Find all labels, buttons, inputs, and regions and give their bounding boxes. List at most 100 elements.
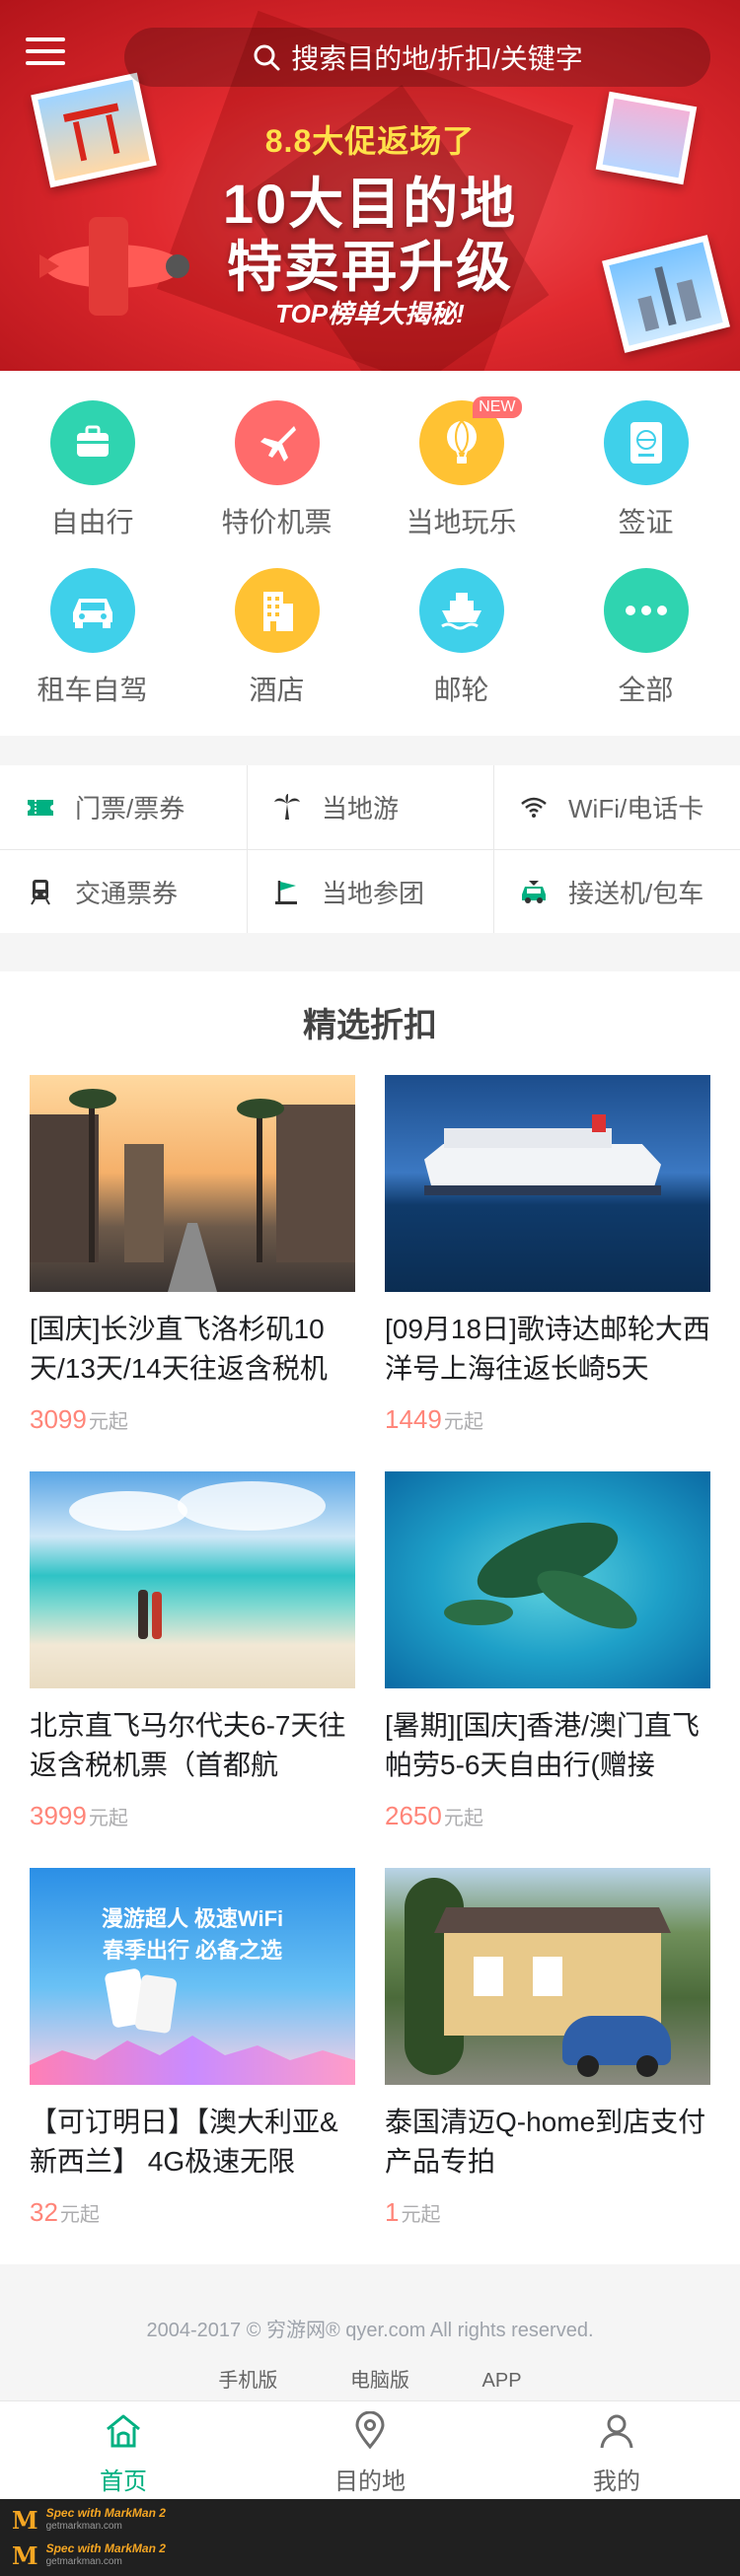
sub-menu-tickets[interactable]: 门票/票券 — [0, 765, 247, 848]
airplane-icon — [259, 426, 296, 462]
tab-label: 我的 — [593, 2469, 640, 2495]
tab-label: 目的地 — [334, 2469, 406, 2495]
markman-logo-icon: M — [12, 2505, 38, 2535]
deal-price-value: 2650 — [385, 1801, 442, 1830]
sub-menu-group-tour[interactable]: 当地参团 — [247, 850, 493, 933]
ad-line-1: 漫游超人 极速WiFi — [101, 1906, 284, 1931]
banner-tagline: TOP榜单大揭秘! — [275, 299, 465, 328]
app-link[interactable]: APP — [482, 2370, 522, 2392]
sub-menu-label: 接送机/包车 — [568, 878, 704, 908]
palm-tree-icon — [274, 794, 300, 820]
sub-menu: 门票/票券 当地游 WiFi/电话卡 交通票券 当地参团 接送机/包车 — [0, 765, 740, 933]
markman-logo-icon: M — [12, 2540, 38, 2570]
home-icon — [107, 2414, 140, 2448]
copyright-text: 2004-2017 © 穷游网® qyer.com All rights res… — [146, 2320, 594, 2341]
deals-section-title: 精选折扣 — [303, 1007, 437, 1044]
tab-profile[interactable]: 我的 — [493, 2401, 740, 2500]
category-free-travel[interactable]: 自由行 — [0, 400, 185, 540]
search-bar[interactable]: 搜索目的地/折扣/关键字 — [124, 28, 710, 87]
deal-title: [暑期][国庆]香港/澳门直飞帕劳5-6天自由行(赠接 — [385, 1710, 700, 1780]
flag-icon — [275, 881, 297, 904]
category-label: 全部 — [618, 675, 674, 705]
deal-card[interactable]: 漫游超人 极速WiFi 春季出行 必备之选 【可订明日】【澳大利亚&新西兰】 4… — [30, 1868, 355, 2228]
deal-title: 泰国清迈Q-home到店支付产品专拍 — [385, 2107, 706, 2177]
category-cheap-flights[interactable]: 特价机票 — [185, 400, 369, 540]
deal-price-value: 3099 — [30, 1404, 87, 1434]
car-icon — [72, 599, 112, 628]
markman-text: Spec with MarkMan 2 getmarkman.com — [45, 2541, 166, 2567]
deal-price-unit: 元起 — [443, 1411, 483, 1433]
category-car-rental[interactable]: 租车自驾 — [0, 568, 185, 708]
desktop-version-link[interactable]: 电脑版 — [350, 2370, 409, 2392]
ship-icon — [440, 593, 481, 630]
banner-title-line2: 特卖再升级 — [227, 236, 513, 298]
deal-card[interactable]: [09月18日]歌诗达邮轮大西洋号上海往返长崎5天 1449 元起 — [385, 1075, 710, 1435]
category-icon-circle — [234, 400, 320, 485]
deal-price-value: 32 — [30, 2197, 58, 2227]
markman-text: Spec with MarkMan 2 getmarkman.com — [45, 2506, 166, 2532]
deal-image-wifi-ad: 漫游超人 极速WiFi 春季出行 必备之选 — [30, 1868, 355, 2085]
sub-menu-transport[interactable]: 交通票券 — [0, 850, 247, 933]
sub-menu-label: 当地游 — [322, 793, 400, 823]
deal-card[interactable]: [暑期][国庆]香港/澳门直飞帕劳5-6天自由行(赠接 2650 元起 — [385, 1471, 710, 1831]
train-icon — [31, 880, 50, 905]
category-visa[interactable]: 签证 — [554, 400, 738, 540]
mobile-version-link[interactable]: 手机版 — [218, 2370, 277, 2392]
deal-title: 【可订明日】【澳大利亚&新西兰】 4G极速无限 — [30, 2107, 338, 2177]
category-icon-circle — [49, 400, 135, 485]
deal-price-value: 3999 — [30, 1801, 87, 1830]
deal-price: 3999 元起 — [30, 1801, 355, 1831]
deal-price-unit: 元起 — [59, 2204, 100, 2226]
banner-subtitle: 8.8大促返场了 — [264, 123, 476, 159]
deal-price: 32 元起 — [30, 2197, 355, 2228]
deal-price-unit: 元起 — [443, 1808, 483, 1829]
footer: 2004-2017 © 穷游网® qyer.com All rights res… — [0, 2264, 740, 2400]
bottom-tab-bar: 首页 目的地 我的 — [0, 2400, 740, 2499]
version-links: 手机版 电脑版 APP — [0, 2364, 740, 2393]
tab-home[interactable]: 首页 — [0, 2401, 247, 2500]
category-grid: 自由行 特价机票 NEW 当地玩乐 签证 租车自驾 酒店 邮轮 全部 — [0, 371, 740, 736]
deal-image-house — [385, 1868, 710, 2085]
deal-price: 3099 元起 — [30, 1404, 355, 1435]
location-pin-icon — [355, 2410, 385, 2450]
deal-title: 北京直飞马尔代夫6-7天往返含税机票（首都航 — [30, 1710, 346, 1780]
shuttle-car-icon — [522, 881, 546, 903]
tab-label: 首页 — [100, 2469, 147, 2495]
sub-menu-label: 交通票券 — [75, 878, 179, 908]
deal-card[interactable]: [国庆]长沙直飞洛杉矶10天/13天/14天往返含税机 3099 元起 — [30, 1075, 355, 1435]
sub-menu-local-tour[interactable]: 当地游 — [247, 765, 493, 848]
sub-menu-wifi[interactable]: WiFi/电话卡 — [493, 765, 740, 848]
category-local-fun[interactable]: NEW 当地玩乐 — [369, 396, 554, 540]
tab-destinations[interactable]: 目的地 — [247, 2401, 493, 2500]
markman-watermark: M Spec with MarkMan 2 getmarkman.com — [12, 2503, 166, 2537]
sub-menu-shuttle[interactable]: 接送机/包车 — [493, 850, 740, 933]
deal-card[interactable]: 泰国清迈Q-home到店支付产品专拍 1 元起 — [385, 1868, 710, 2228]
deal-price: 2650 元起 — [385, 1801, 710, 1831]
deal-price: 1 元起 — [385, 2197, 710, 2228]
user-icon — [600, 2414, 633, 2449]
category-label: 自由行 — [50, 507, 134, 537]
category-icon-circle — [49, 568, 135, 653]
deal-image-islands — [385, 1471, 710, 1688]
ticket-icon — [28, 800, 53, 816]
sub-menu-label: WiFi/电话卡 — [568, 793, 704, 823]
category-icon-circle — [603, 568, 689, 653]
category-hotel[interactable]: 酒店 — [185, 568, 369, 708]
section-divider — [0, 736, 740, 765]
category-icon-circle — [234, 568, 320, 653]
balloon-icon — [446, 420, 477, 464]
more-icon — [625, 606, 667, 615]
category-label: 邮轮 — [433, 675, 489, 705]
search-placeholder: 搜索目的地/折扣/关键字 — [291, 43, 583, 74]
category-all[interactable]: 全部 — [554, 568, 738, 708]
building-icon — [262, 592, 293, 631]
deal-image-cruise — [385, 1075, 710, 1292]
deal-card[interactable]: 北京直飞马尔代夫6-7天往返含税机票（首都航 3999 元起 — [30, 1471, 355, 1831]
menu-button[interactable] — [26, 37, 65, 67]
sub-menu-label: 当地参团 — [322, 878, 425, 908]
grid-divider — [0, 849, 740, 850]
promo-banner[interactable]: 搜索目的地/折扣/关键字 8.8大促返场了 10大目的地 特卖再升级 TOP榜单… — [0, 0, 740, 371]
category-cruise[interactable]: 邮轮 — [369, 568, 554, 708]
search-icon — [254, 44, 280, 71]
category-icon-circle — [418, 568, 504, 653]
